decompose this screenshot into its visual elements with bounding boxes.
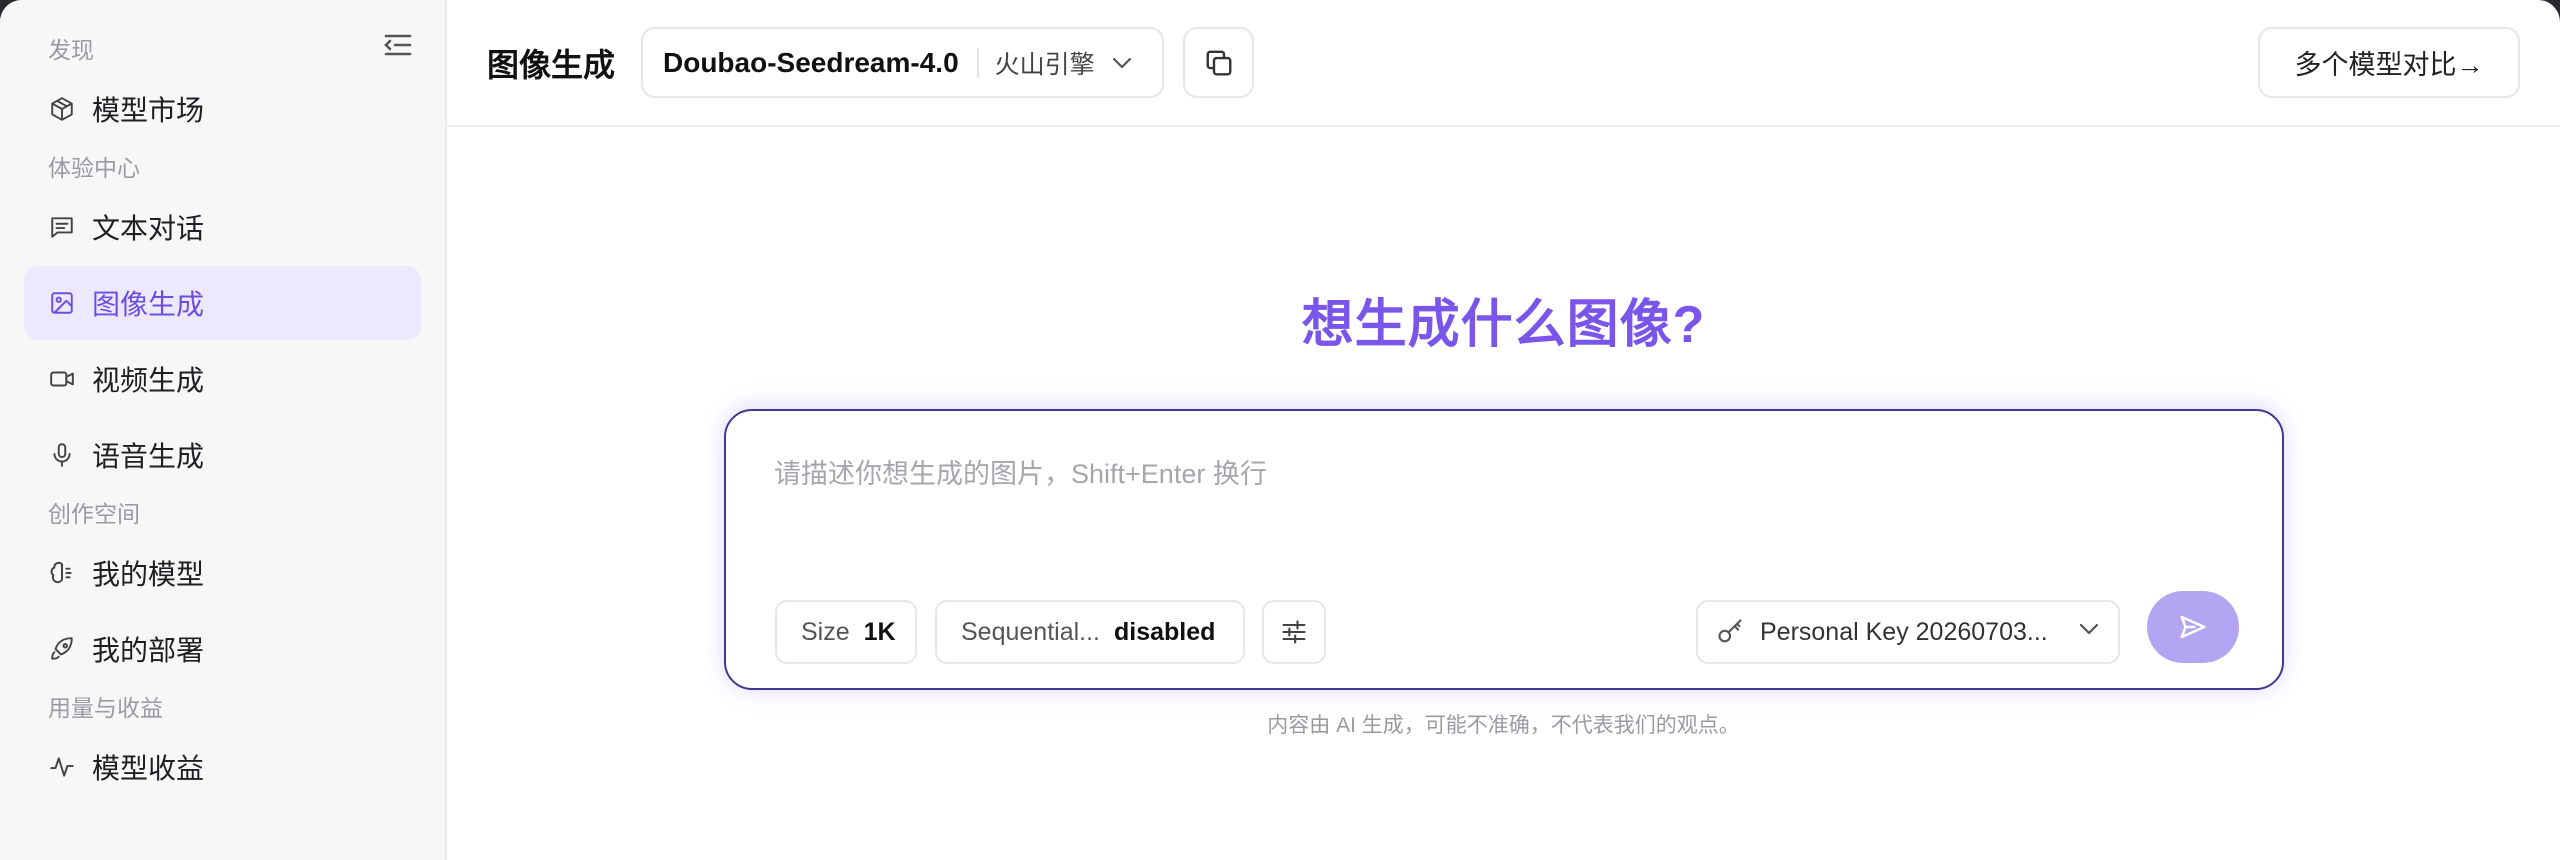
copy-button[interactable] [1183,27,1254,98]
sidebar-item-label: 视频生成 [92,365,205,396]
size-option[interactable]: Size 1K [775,600,917,664]
size-value: 1K [863,617,896,646]
model-name: Doubao-Seedream-4.0 [663,46,959,78]
copy-icon [1204,48,1234,78]
model-separator [976,47,979,78]
model-provider: 火山引擎 [994,50,1095,79]
sidebar-section-experience: 体验中心 [48,155,140,181]
sidebar-item-label: 语音生成 [92,441,205,472]
image-icon [48,289,76,317]
sidebar-item-image-gen[interactable]: 图像生成 [24,266,421,340]
main-content: 图像生成 Doubao-Seedream-4.0 火山引擎 多个模型对比→ 想生… [447,0,2560,860]
chevron-down-icon [1111,56,1133,70]
message-square-icon [48,213,76,241]
sequential-value: disabled [1114,617,1216,646]
video-icon [48,365,76,393]
sidebar-toggle-icon[interactable] [383,32,415,60]
sidebar: 发现 模型市场 体验中心 文本对话 图像生成 视频生成 语音生成 创作空间 我的… [0,0,447,860]
package-icon [48,95,76,123]
top-bar: 图像生成 Doubao-Seedream-4.0 火山引擎 多个模型对比→ [447,0,2560,127]
sidebar-item-label: 我的部署 [92,635,205,666]
sidebar-item-model-revenue[interactable]: 模型收益 [24,730,421,804]
rocket-icon [48,635,76,663]
sidebar-item-label: 图像生成 [92,289,205,320]
sidebar-section-create: 创作空间 [48,501,140,527]
size-label: Size [801,617,850,646]
sidebar-item-video-gen[interactable]: 视频生成 [24,342,421,416]
sliders-icon [1280,618,1308,646]
send-icon [2178,612,2208,642]
sidebar-item-my-deploy[interactable]: 我的部署 [24,612,421,686]
settings-button[interactable] [1262,600,1326,664]
sidebar-item-text-chat[interactable]: 文本对话 [24,190,421,264]
ai-disclaimer: 内容由 AI 生成，可能不准确，不代表我们的观点。 [1267,714,1740,737]
sidebar-item-label: 模型市场 [92,95,205,126]
sidebar-item-label: 我的模型 [92,559,205,590]
key-icon [1716,618,1744,646]
sidebar-item-my-models[interactable]: 我的模型 [24,536,421,610]
app-window: 发现 模型市场 体验中心 文本对话 图像生成 视频生成 语音生成 创作空间 我的… [0,0,2560,860]
page-title: 图像生成 [487,47,616,83]
sidebar-section-discover: 发现 [48,37,94,63]
sequential-option[interactable]: Sequential... disabled [935,600,1245,664]
chevron-down-icon [2078,622,2100,636]
sidebar-item-label: 模型收益 [92,753,205,784]
prompt-input[interactable] [774,449,2174,499]
api-key-value: Personal Key 20260703... [1760,617,2048,646]
brain-icon [48,559,76,587]
prompt-box: Size 1K Sequential... disabled [724,409,2284,690]
compare-models-button[interactable]: 多个模型对比→ [2258,27,2520,98]
send-button[interactable] [2147,591,2239,663]
activity-icon [48,753,76,781]
sidebar-item-model-market[interactable]: 模型市场 [24,72,421,146]
hero-heading: 想生成什么图像? [1301,296,1706,354]
api-key-select[interactable]: Personal Key 20260703... [1696,600,2120,664]
sequential-label: Sequential... [961,617,1100,646]
sidebar-item-label: 文本对话 [92,213,205,244]
model-select[interactable]: Doubao-Seedream-4.0 火山引擎 [641,27,1164,98]
mic-icon [48,441,76,469]
sidebar-section-usage: 用量与收益 [48,695,163,721]
sidebar-item-voice-gen[interactable]: 语音生成 [24,418,421,492]
